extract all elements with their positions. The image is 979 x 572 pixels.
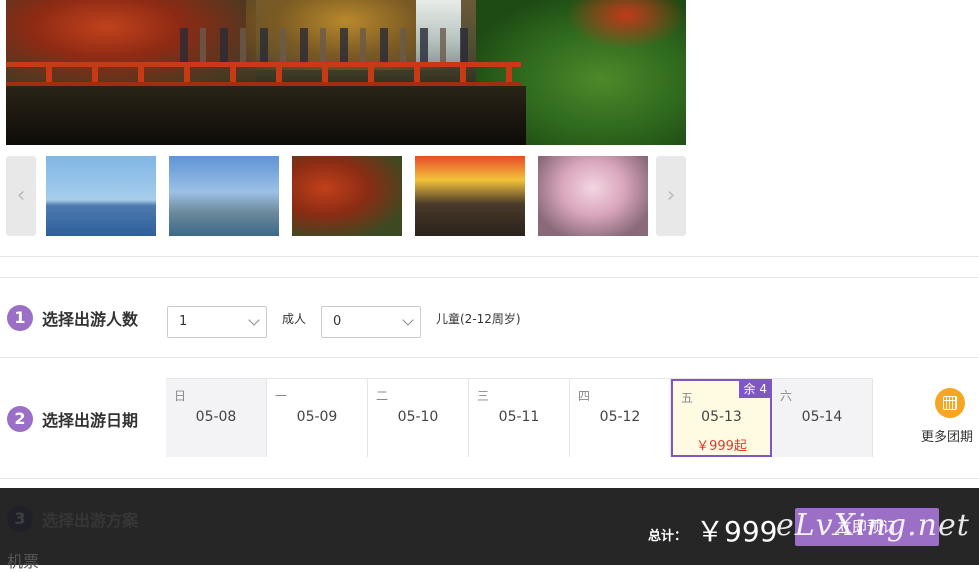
divider	[0, 478, 979, 479]
weekday-label: 五	[681, 391, 694, 405]
adult-count-value: 1	[179, 314, 188, 329]
date-label: 05-12	[599, 409, 641, 425]
chevron-left-icon: ‹	[16, 183, 26, 208]
gallery-prev-button[interactable]: ‹	[6, 156, 36, 236]
child-label: 儿童(2-12周岁)	[436, 312, 521, 326]
gallery-next-button[interactable]: ›	[656, 156, 686, 236]
gallery-thumbnail-2[interactable]	[169, 156, 279, 236]
gallery-thumbnail-4[interactable]	[415, 156, 525, 236]
day-price: ￥999起	[696, 439, 747, 454]
total-price: ￥999	[696, 515, 778, 548]
divider	[0, 357, 979, 358]
calendar-icon[interactable]	[935, 388, 965, 418]
gallery-thumbnail-3[interactable]	[292, 156, 402, 236]
calendar-day[interactable]: 一 05-09	[267, 379, 368, 457]
calendar-day[interactable]: 四 05-12	[570, 379, 671, 457]
gallery-thumbnail-5[interactable]	[538, 156, 648, 236]
step-number-badge: 3	[7, 506, 33, 532]
date-label: 05-11	[498, 409, 540, 425]
date-label: 05-13	[701, 409, 742, 425]
calendar-day[interactable]: 日 05-08	[166, 379, 267, 457]
adult-label: 成人	[282, 312, 307, 326]
calendar-day[interactable]: 二 05-10	[368, 379, 469, 457]
child-count-select[interactable]: 0	[321, 306, 421, 338]
weekday-label: 四	[578, 389, 591, 403]
divider	[0, 256, 979, 257]
step-number-badge: 2	[7, 406, 33, 432]
date-label: 05-10	[397, 409, 439, 425]
date-label: 05-09	[296, 409, 338, 425]
weekday-label: 二	[376, 389, 389, 403]
more-dates-link[interactable]: 更多团期	[921, 426, 973, 445]
chevron-down-icon	[248, 314, 260, 326]
step-travelers: 1 选择出游人数	[7, 305, 138, 331]
step-dates: 2 选择出游日期	[7, 406, 138, 432]
hero-photo	[6, 0, 686, 145]
total-label: 总计：	[648, 529, 688, 544]
step-title: 选择出游日期	[42, 411, 139, 430]
divider	[0, 277, 979, 278]
step-plan: 3 选择出游方案	[7, 506, 138, 532]
weekday-label: 三	[477, 389, 490, 403]
step-title: 选择出游方案	[42, 511, 139, 530]
step-title: 选择出游人数	[42, 310, 139, 329]
step-number-badge: 1	[7, 305, 33, 331]
weekday-label: 日	[174, 389, 187, 403]
calendar-day-selected[interactable]: 五 余 4 05-13 ￥999起	[671, 379, 772, 457]
weekday-label: 六	[780, 389, 793, 403]
watermark: eLvXing.net	[776, 508, 970, 543]
adult-count-select[interactable]: 1	[167, 306, 267, 338]
date-label: 05-08	[195, 409, 237, 425]
weekday-label: 一	[275, 389, 288, 403]
date-calendar: 日 05-08 一 05-09 二 05-10 三 05-11 四 05-12 …	[166, 378, 873, 457]
plan-sub-label: 机票	[7, 552, 40, 571]
availability-badge: 余 4	[738, 379, 772, 398]
gallery-thumbnail-1[interactable]	[46, 156, 156, 236]
date-label: 05-14	[801, 409, 843, 425]
chevron-down-icon	[402, 314, 414, 326]
child-count-value: 0	[333, 314, 342, 329]
calendar-day[interactable]: 三 05-11	[469, 379, 570, 457]
chevron-right-icon: ›	[666, 183, 676, 208]
calendar-day[interactable]: 六 05-14	[772, 379, 873, 457]
